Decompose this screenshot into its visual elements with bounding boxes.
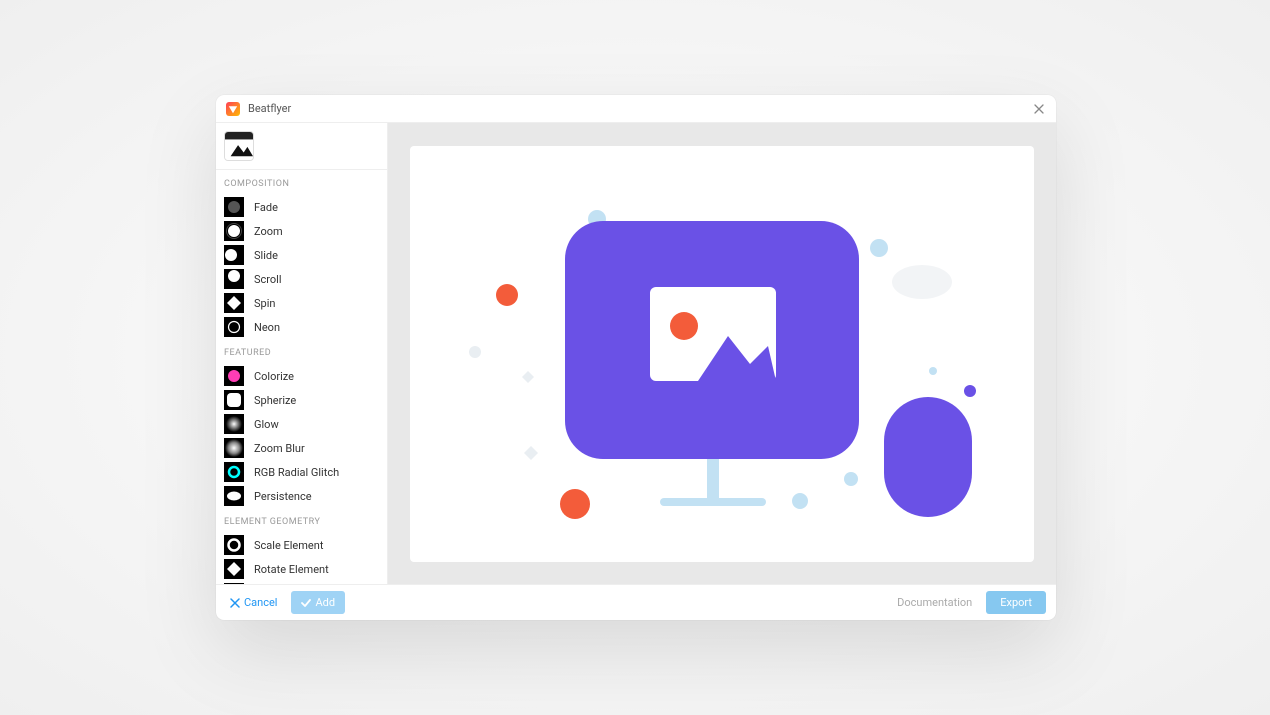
section-header: COMPOSITION: [216, 170, 387, 195]
effect-label: Zoom: [254, 225, 283, 238]
scroll-icon: [224, 269, 244, 289]
effect-row-slide[interactable]: Slide: [216, 243, 387, 267]
neon-icon: [224, 317, 244, 337]
effect-label: Spherize: [254, 394, 296, 407]
canvas-area: [388, 123, 1056, 584]
effect-label: Persistence: [254, 490, 312, 503]
effect-row-spherize[interactable]: Spherize: [216, 388, 387, 412]
scale-icon: [224, 535, 244, 555]
effect-label: Slide: [254, 249, 278, 262]
x-icon: [230, 598, 240, 608]
canvas-illustration: [410, 146, 1034, 562]
documentation-link[interactable]: Documentation: [897, 596, 972, 609]
effect-row-persistence[interactable]: Persistence: [216, 484, 387, 508]
zoomblur-icon: [224, 438, 244, 458]
effect-label: Neon: [254, 321, 280, 334]
effect-label: Glow: [254, 418, 279, 431]
canvas-preview: [410, 146, 1034, 562]
app-name: Beatflyer: [248, 102, 291, 115]
effect-row-scale[interactable]: Scale Element: [216, 533, 387, 557]
app-logo-icon: [226, 102, 240, 116]
spin-icon: [224, 293, 244, 313]
close-icon[interactable]: [1032, 102, 1046, 116]
sidebar: COMPOSITION Fade Zoom Slide Scroll Spin Neon FE…: [216, 123, 388, 584]
effect-label: Colorize: [254, 370, 294, 383]
titlebar-left: Beatflyer: [226, 102, 291, 116]
persistence-icon: [224, 486, 244, 506]
footer-left: Cancel Add: [226, 591, 398, 614]
glow-icon: [224, 414, 244, 434]
effect-label: Rotate Element: [254, 563, 329, 576]
body: COMPOSITION Fade Zoom Slide Scroll Spin Neon FE…: [216, 123, 1056, 584]
effect-label: Scroll: [254, 273, 282, 286]
export-label: Export: [1000, 596, 1032, 609]
effect-label: RGB Radial Glitch: [254, 466, 339, 479]
effects-list[interactable]: COMPOSITION Fade Zoom Slide Scroll Spin Neon FE…: [216, 170, 387, 584]
layer-thumb-row: [216, 123, 387, 170]
effect-label: Fade: [254, 201, 278, 214]
app-window: Beatflyer COMPOSITION Fade Zoom Slide Scroll…: [216, 95, 1056, 620]
section-header: FEATURED: [216, 339, 387, 364]
effect-row-scroll[interactable]: Scroll: [216, 267, 387, 291]
check-icon: [301, 598, 311, 608]
footer-right: Documentation Export: [897, 591, 1046, 614]
titlebar: Beatflyer: [216, 95, 1056, 123]
effect-row-spin[interactable]: Spin: [216, 291, 387, 315]
effect-row-zoom[interactable]: Zoom: [216, 219, 387, 243]
effect-row-glow[interactable]: Glow: [216, 412, 387, 436]
zoom-icon: [224, 221, 244, 241]
layer-thumbnail[interactable]: [224, 131, 254, 161]
section-header: ELEMENT GEOMETRY: [216, 508, 387, 533]
fade-icon: [224, 197, 244, 217]
export-button[interactable]: Export: [986, 591, 1046, 614]
spherize-icon: [224, 390, 244, 410]
colorize-icon: [224, 366, 244, 386]
effect-row-zoomblur[interactable]: Zoom Blur: [216, 436, 387, 460]
rgbglitch-icon: [224, 462, 244, 482]
effect-label: Zoom Blur: [254, 442, 305, 455]
rotate-icon: [224, 559, 244, 579]
slide-icon: [224, 245, 244, 265]
add-button[interactable]: Add: [291, 591, 345, 614]
cancel-button[interactable]: Cancel: [230, 596, 277, 609]
effect-label: Spin: [254, 297, 275, 310]
effect-row-fade[interactable]: Fade: [216, 195, 387, 219]
effect-row-neon[interactable]: Neon: [216, 315, 387, 339]
effect-row-rotate[interactable]: Rotate Element: [216, 557, 387, 581]
cancel-label: Cancel: [244, 596, 277, 609]
effect-row-rgbglitch[interactable]: RGB Radial Glitch: [216, 460, 387, 484]
effect-label: Scale Element: [254, 539, 323, 552]
footer: Cancel Add Documentation Export: [216, 584, 1056, 620]
effect-row-colorize[interactable]: Colorize: [216, 364, 387, 388]
add-label: Add: [315, 596, 335, 609]
